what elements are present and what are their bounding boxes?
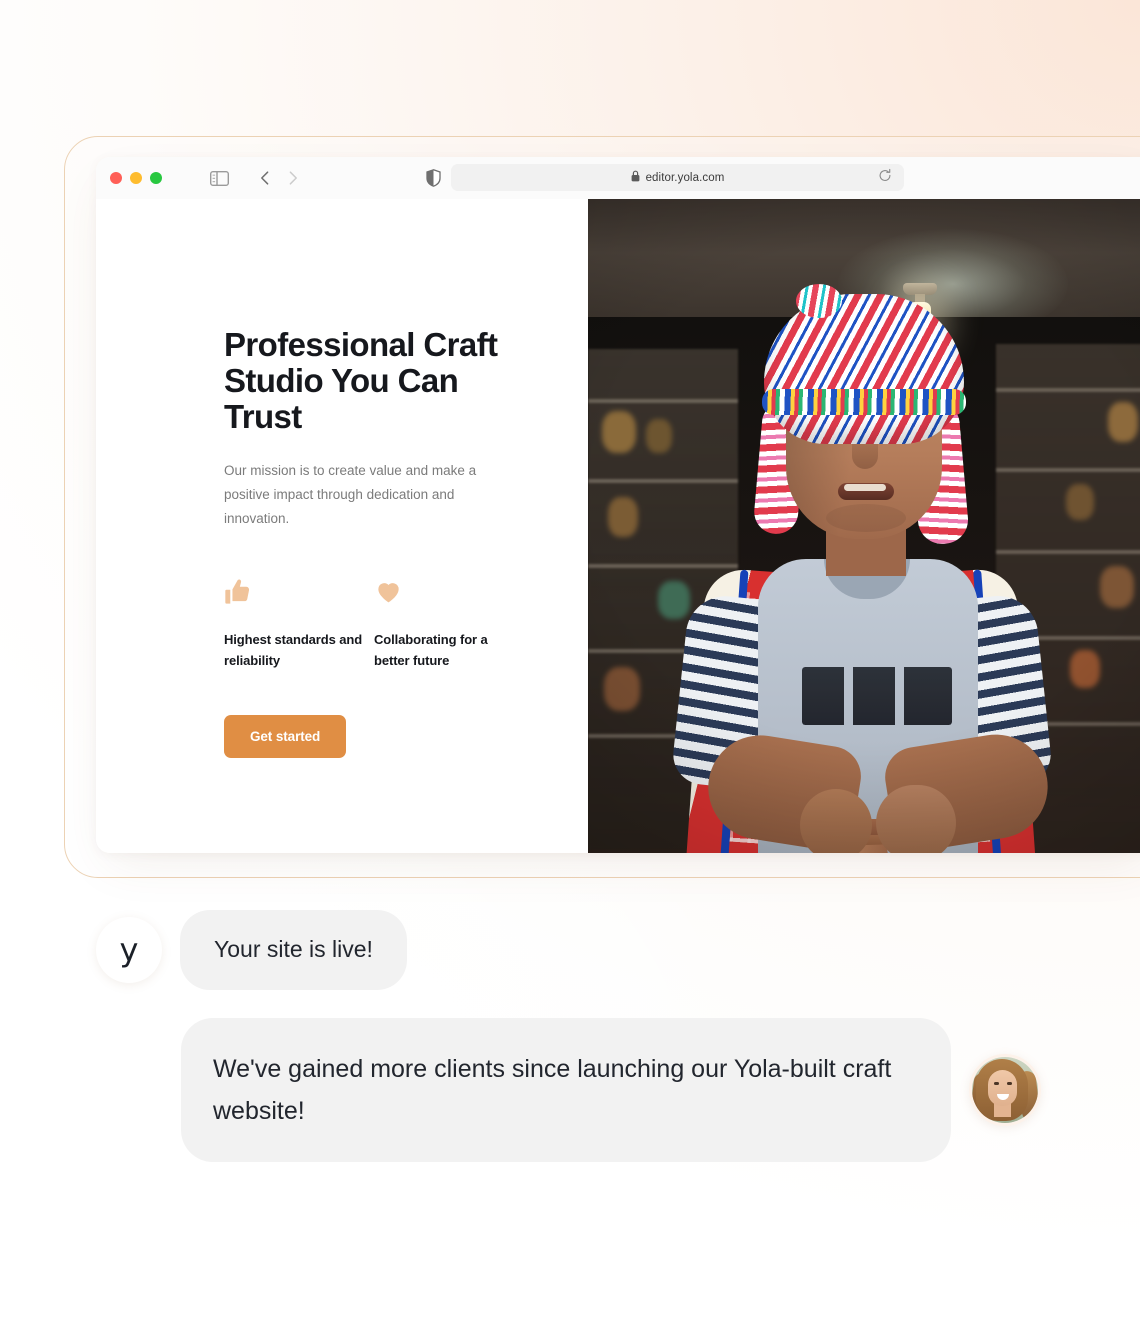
heart-icon xyxy=(374,577,524,607)
address-bar[interactable]: editor.yola.com xyxy=(451,164,904,191)
website-preview: Professional Craft Studio You Can Trust … xyxy=(96,199,1140,853)
window-traffic-lights xyxy=(110,172,162,184)
chat-row-yola: y Your site is live! xyxy=(96,910,407,990)
yola-logo-mark: y xyxy=(119,930,139,969)
feature-list: Highest standards and reliability Collab… xyxy=(224,577,524,671)
chevron-right-icon[interactable] xyxy=(283,168,303,188)
shield-icon[interactable] xyxy=(426,169,441,187)
chat-bubble-yola: Your site is live! xyxy=(180,910,407,990)
feature-item: Highest standards and reliability xyxy=(224,577,374,671)
client-avatar xyxy=(969,1054,1041,1126)
feature-label: Collaborating for a better future xyxy=(374,631,488,668)
close-window-button[interactable] xyxy=(110,172,122,184)
chat-row-client: We've gained more clients since launchin… xyxy=(181,1018,1041,1162)
get-started-button[interactable]: Get started xyxy=(224,715,347,759)
feature-item: Collaborating for a better future xyxy=(374,577,524,671)
thumbs-up-icon xyxy=(224,577,374,607)
sidebar-toggle-icon[interactable] xyxy=(210,170,229,186)
photo-vignette xyxy=(588,199,1140,853)
url-text: editor.yola.com xyxy=(645,171,725,184)
browser-titlebar: editor.yola.com xyxy=(96,157,1140,200)
hero-photo xyxy=(588,199,1140,853)
yola-brand-avatar: y xyxy=(96,916,162,983)
chat-bubble-client: We've gained more clients since launchin… xyxy=(181,1018,951,1162)
maximize-window-button[interactable] xyxy=(150,172,162,184)
page-title: Professional Craft Studio You Can Trust xyxy=(224,326,498,435)
lock-icon xyxy=(631,169,640,187)
minimize-window-button[interactable] xyxy=(130,172,142,184)
navigation-buttons xyxy=(255,168,303,188)
browser-window: editor.yola.com Professional Craft Studi… xyxy=(96,157,1140,853)
hero-subtitle: Our mission is to create value and make … xyxy=(224,462,477,526)
hero-text-column: Professional Craft Studio You Can Trust … xyxy=(96,199,588,853)
feature-label: Highest standards and reliability xyxy=(224,631,363,668)
reload-icon[interactable] xyxy=(878,168,892,187)
chevron-left-icon[interactable] xyxy=(255,168,275,188)
